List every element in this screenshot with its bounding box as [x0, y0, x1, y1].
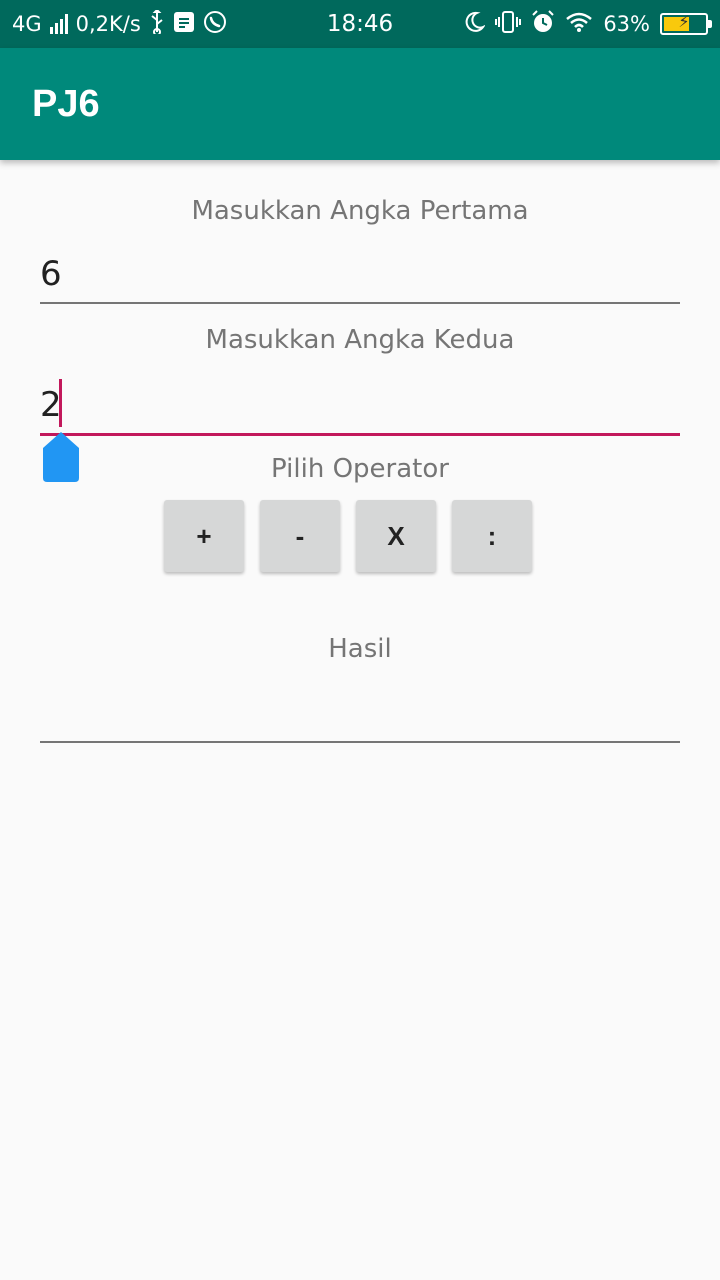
usb-icon	[149, 8, 165, 39]
moon-icon	[463, 11, 487, 38]
divide-button[interactable]: :	[452, 500, 532, 572]
whatsapp-icon	[203, 10, 227, 39]
charging-icon: ⚡	[678, 12, 690, 31]
wifi-icon	[565, 11, 593, 38]
result-label: Hasil	[328, 634, 392, 664]
battery-percent: 63%	[603, 12, 650, 36]
network-type: 4G	[12, 12, 42, 36]
network-speed: 0,2K/s	[75, 12, 141, 36]
first-number-field[interactable]: 6	[40, 246, 680, 304]
alarm-icon	[531, 9, 555, 39]
first-number-value: 6	[40, 254, 62, 294]
first-number-label: Masukkan Angka Pertama	[191, 196, 529, 226]
add-button[interactable]: +	[164, 500, 244, 572]
status-right: 63% ⚡	[463, 0, 712, 48]
second-number-field[interactable]: 2	[40, 376, 680, 436]
multiply-button[interactable]: X	[356, 500, 436, 572]
debug-icon	[173, 11, 195, 38]
status-left: 4G 0,2K/s	[12, 0, 227, 48]
result-field[interactable]	[40, 686, 680, 743]
operator-label: Pilih Operator	[271, 454, 449, 484]
vibrate-icon	[495, 10, 522, 39]
text-cursor	[59, 379, 62, 427]
subtract-button[interactable]: -	[260, 500, 340, 572]
signal-icon	[49, 14, 68, 34]
status-bar: 4G 0,2K/s 18:46 63% ⚡	[0, 0, 720, 48]
battery-icon: ⚡	[660, 12, 712, 35]
app-title: PJ6	[32, 83, 100, 125]
second-number-label: Masukkan Angka Kedua	[205, 325, 515, 355]
app-bar: PJ6	[0, 48, 720, 160]
